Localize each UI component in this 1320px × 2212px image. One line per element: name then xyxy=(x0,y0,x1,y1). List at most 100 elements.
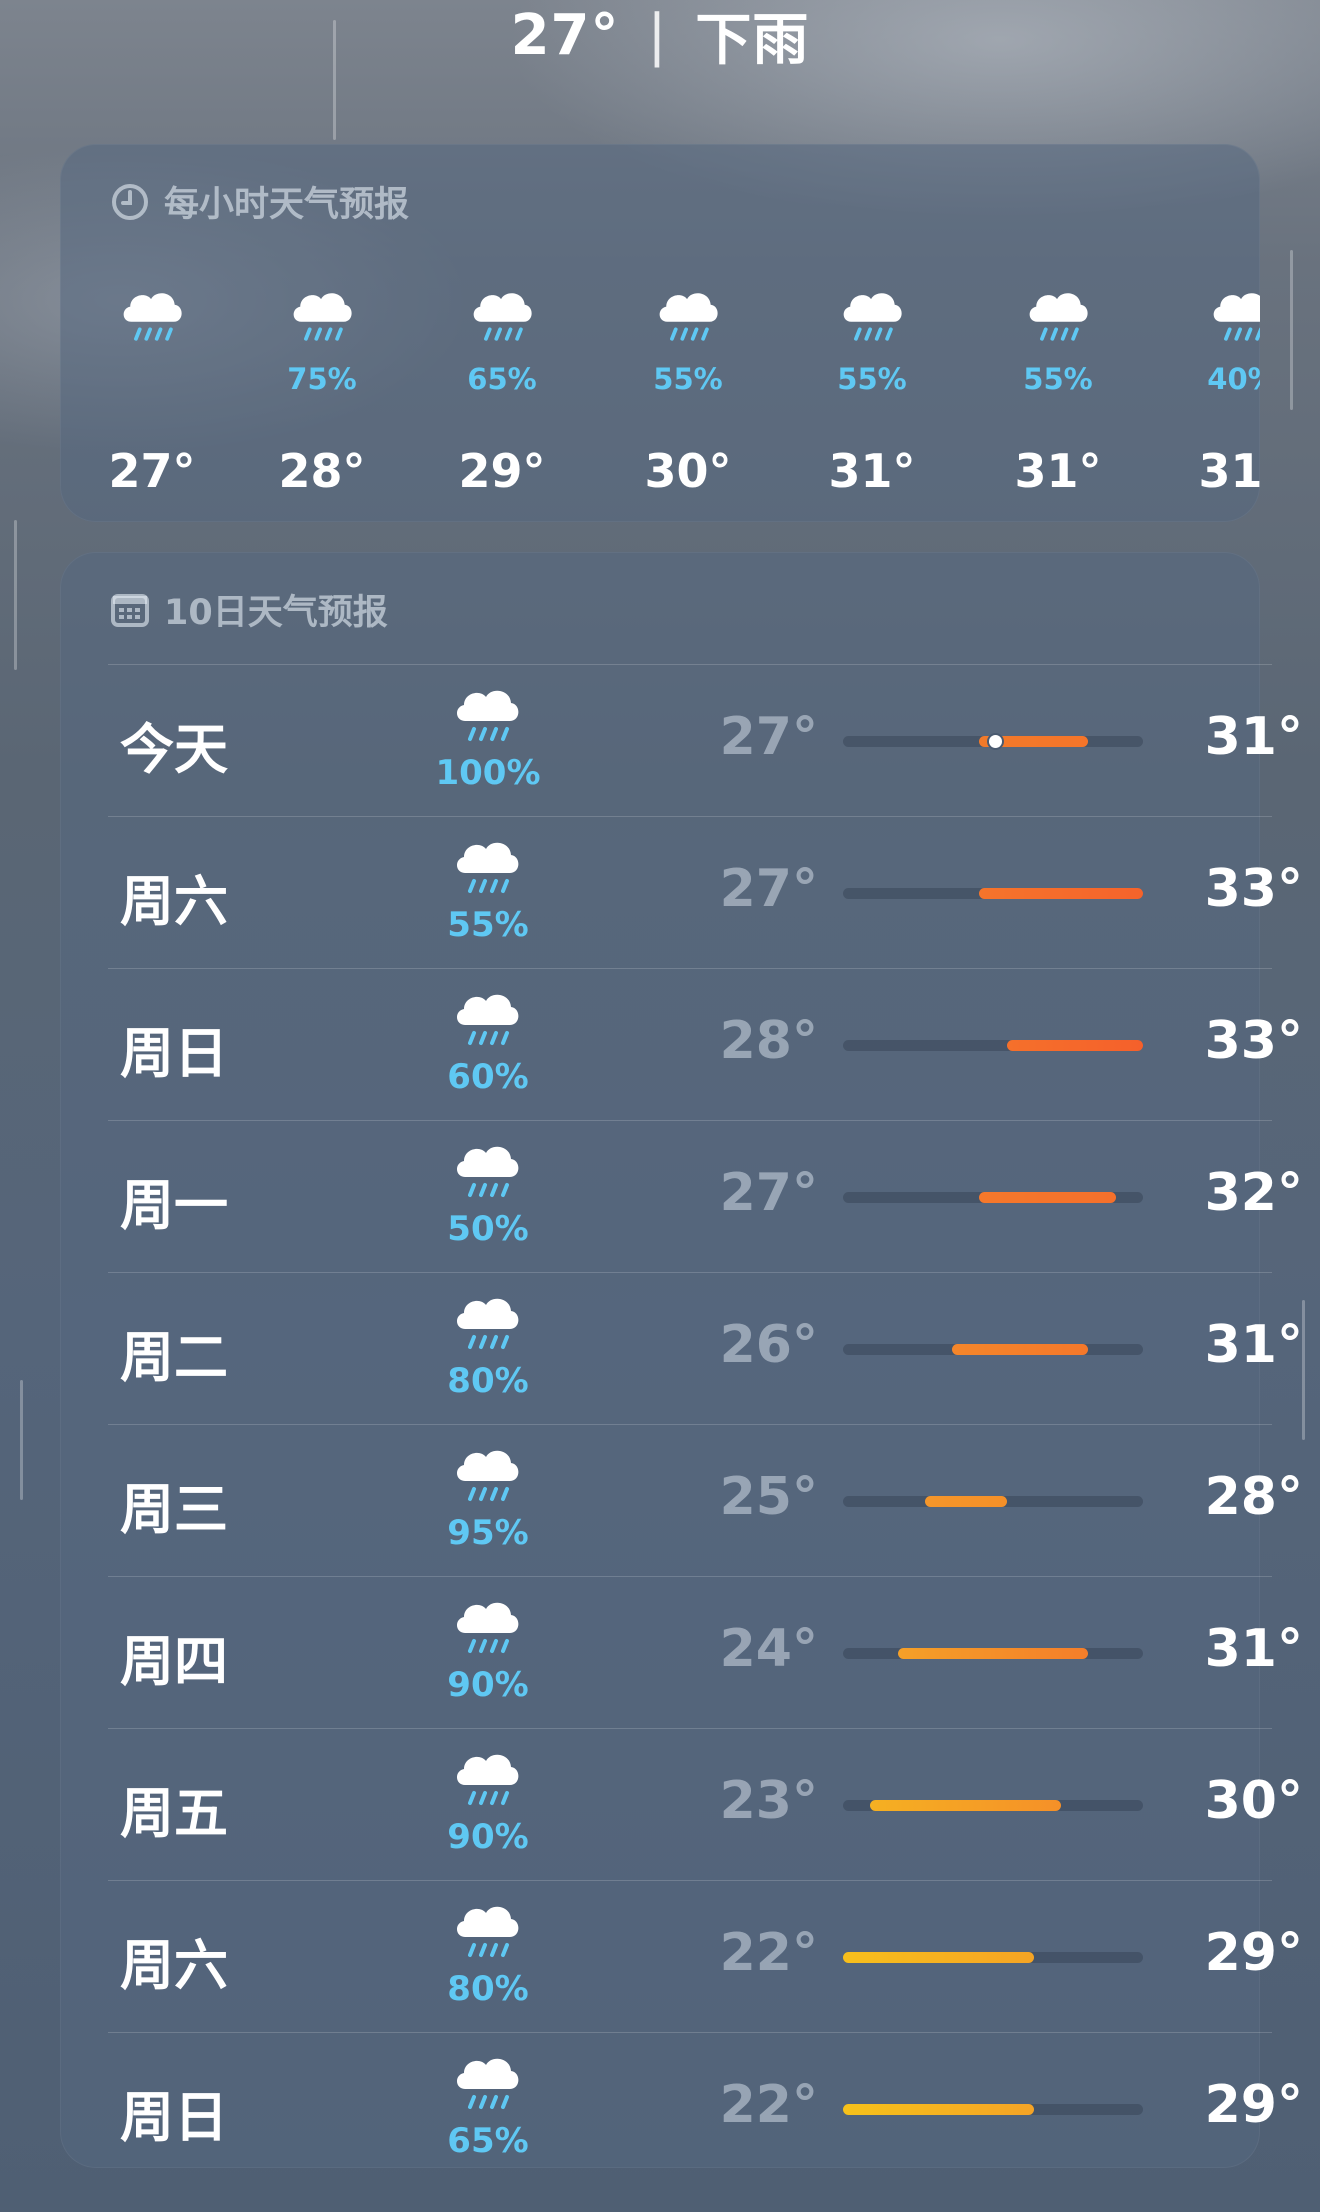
hourly-forecast-header: 每小时天气预报 xyxy=(110,176,409,227)
forecast-day-label: 周六 xyxy=(120,1934,228,1997)
forecast-low-temp: 28° xyxy=(719,1011,818,1071)
temperature-range-bar xyxy=(843,1648,1143,1659)
hourly-temperature: 30° xyxy=(644,444,732,498)
rain-cloud-icon xyxy=(450,1441,524,1513)
forecast-day-label: 周四 xyxy=(120,1630,228,1693)
hourly-item: 75% 28° xyxy=(247,274,397,514)
forecast-day-row[interactable]: 周六 80% 22° 29° xyxy=(108,1880,1303,2032)
hourly-forecast-title: 每小时天气预报 xyxy=(164,185,410,225)
rain-cloud-icon xyxy=(450,681,524,753)
forecast-high-temp: 33° xyxy=(1204,1011,1303,1071)
temperature-range-fill xyxy=(924,1496,1007,1507)
hourly-item: 40% 31° xyxy=(1167,274,1260,514)
forecast-low-temp: 27° xyxy=(719,859,818,919)
forecast-precip-chance: 65% xyxy=(447,2121,529,2161)
forecast-precip-chance: 55% xyxy=(447,905,529,945)
calendar-icon xyxy=(110,591,150,629)
forecast-day-row[interactable]: 周一 50% 27° 32° xyxy=(108,1120,1303,1272)
rain-cloud-icon xyxy=(450,1897,524,1969)
rain-cloud-icon xyxy=(450,1745,524,1817)
current-condition: 下雨 xyxy=(695,7,810,73)
forecast-low-temp: 26° xyxy=(719,1315,818,1375)
temperature-range-fill xyxy=(979,1192,1116,1203)
forecast-day-row[interactable]: 周六 55% 27° 33° xyxy=(108,816,1303,968)
forecast-high-temp: 29° xyxy=(1204,2075,1303,2135)
ten-day-forecast-list: 今天 100% 27° 31° 周六 55% 27° 33° 周日 60% 28° 33° 周一 50% 2… xyxy=(108,664,1303,2184)
hourly-temperature: 27° xyxy=(108,444,196,498)
rain-streak xyxy=(14,520,17,670)
temperature-range-bar xyxy=(843,1496,1143,1507)
forecast-low-temp: 23° xyxy=(719,1771,818,1831)
hourly-forecast-list[interactable]: 27° 75% 28° 65% 29° 55% 30° 55% 31° 55% 31° 40% 31° xyxy=(60,274,1260,514)
temperature-range-fill xyxy=(843,1952,1034,1963)
hourly-precip-chance: 55% xyxy=(653,362,723,396)
forecast-high-temp: 30° xyxy=(1204,1771,1303,1831)
forecast-high-temp: 31° xyxy=(1204,1315,1303,1375)
forecast-high-temp: 28° xyxy=(1204,1467,1303,1527)
rain-cloud-icon xyxy=(837,284,907,354)
forecast-high-temp: 31° xyxy=(1204,1619,1303,1679)
forecast-precip-chance: 50% xyxy=(447,1209,529,1249)
rain-cloud-icon xyxy=(1023,284,1093,354)
rain-cloud-icon xyxy=(450,2049,524,2121)
temperature-range-bar xyxy=(843,2104,1143,2115)
forecast-high-temp: 33° xyxy=(1204,859,1303,919)
forecast-day-row[interactable]: 周日 60% 28° 33° xyxy=(108,968,1303,1120)
temperature-range-fill xyxy=(979,888,1143,899)
forecast-day-row[interactable]: 今天 100% 27° 31° xyxy=(108,664,1303,816)
rain-cloud-icon xyxy=(450,985,524,1057)
forecast-day-label: 周日 xyxy=(120,1022,228,1085)
forecast-day-label: 周一 xyxy=(120,1174,228,1237)
forecast-day-row[interactable]: 周三 95% 25° 28° xyxy=(108,1424,1303,1576)
forecast-precip-chance: 80% xyxy=(447,1361,529,1401)
forecast-precip-chance: 80% xyxy=(447,1969,529,2009)
hourly-temperature: 31° xyxy=(1014,444,1102,498)
hourly-item: 55% 31° xyxy=(983,274,1133,514)
temperature-range-bar xyxy=(843,1800,1143,1811)
ten-day-forecast-card[interactable]: 10日天气预报 今天 100% 27° 31° 周六 55% 27° 33° 周日 60% 28° 3… xyxy=(60,552,1303,2168)
hourly-temperature: 31° xyxy=(1198,444,1260,498)
forecast-low-temp: 27° xyxy=(719,1163,818,1223)
hourly-precip-chance: 55% xyxy=(1023,362,1093,396)
forecast-low-temp: 24° xyxy=(719,1619,818,1679)
rain-cloud-icon xyxy=(653,284,723,354)
forecast-low-temp: 22° xyxy=(719,2075,818,2135)
ten-day-forecast-title: 10日天气预报 xyxy=(164,593,388,633)
hourly-temperature: 29° xyxy=(458,444,546,498)
rain-streak xyxy=(20,1380,23,1500)
rain-cloud-icon xyxy=(117,284,187,354)
hourly-item: 27° xyxy=(77,274,227,514)
rain-streak xyxy=(1290,250,1293,410)
ten-day-forecast-header: 10日天气预报 xyxy=(110,584,388,635)
rain-cloud-icon xyxy=(450,1593,524,1665)
hourly-precip-chance: 40% xyxy=(1207,362,1260,396)
forecast-day-label: 周三 xyxy=(120,1478,228,1541)
rain-cloud-icon xyxy=(467,284,537,354)
rain-cloud-icon xyxy=(450,833,524,905)
temperature-range-fill xyxy=(843,2104,1034,2115)
forecast-low-temp: 27° xyxy=(719,707,818,767)
hourly-precip-chance: 75% xyxy=(287,362,357,396)
forecast-day-row[interactable]: 周五 90% 23° 30° xyxy=(108,1728,1303,1880)
hourly-temperature: 31° xyxy=(828,444,916,498)
forecast-day-row[interactable]: 周四 90% 24° 31° xyxy=(108,1576,1303,1728)
forecast-low-temp: 22° xyxy=(719,1923,818,1983)
forecast-day-row[interactable]: 周二 80% 26° 31° xyxy=(108,1272,1303,1424)
forecast-day-row[interactable]: 周日 65% 22° 29° xyxy=(108,2032,1303,2184)
hourly-precip-chance: 55% xyxy=(837,362,907,396)
forecast-day-label: 周六 xyxy=(120,870,228,933)
hourly-forecast-card[interactable]: 每小时天气预报 27° 75% 28° 65% 29° 55% 30° 55% 31° 55% 31… xyxy=(60,144,1260,522)
forecast-day-label: 周二 xyxy=(120,1326,228,1389)
forecast-high-temp: 29° xyxy=(1204,1923,1303,1983)
temperature-range-fill xyxy=(870,1800,1062,1811)
current-temperature: 27° xyxy=(510,2,620,68)
temperature-range-bar xyxy=(843,735,1143,748)
rain-cloud-icon xyxy=(450,1137,524,1209)
header-separator: | xyxy=(647,2,668,68)
forecast-precip-chance: 100% xyxy=(435,753,541,793)
hourly-item: 55% 30° xyxy=(613,274,763,514)
forecast-precip-chance: 90% xyxy=(447,1817,529,1857)
temperature-range-bar xyxy=(843,1040,1143,1051)
forecast-precip-chance: 90% xyxy=(447,1665,529,1705)
hourly-temperature: 28° xyxy=(278,444,366,498)
